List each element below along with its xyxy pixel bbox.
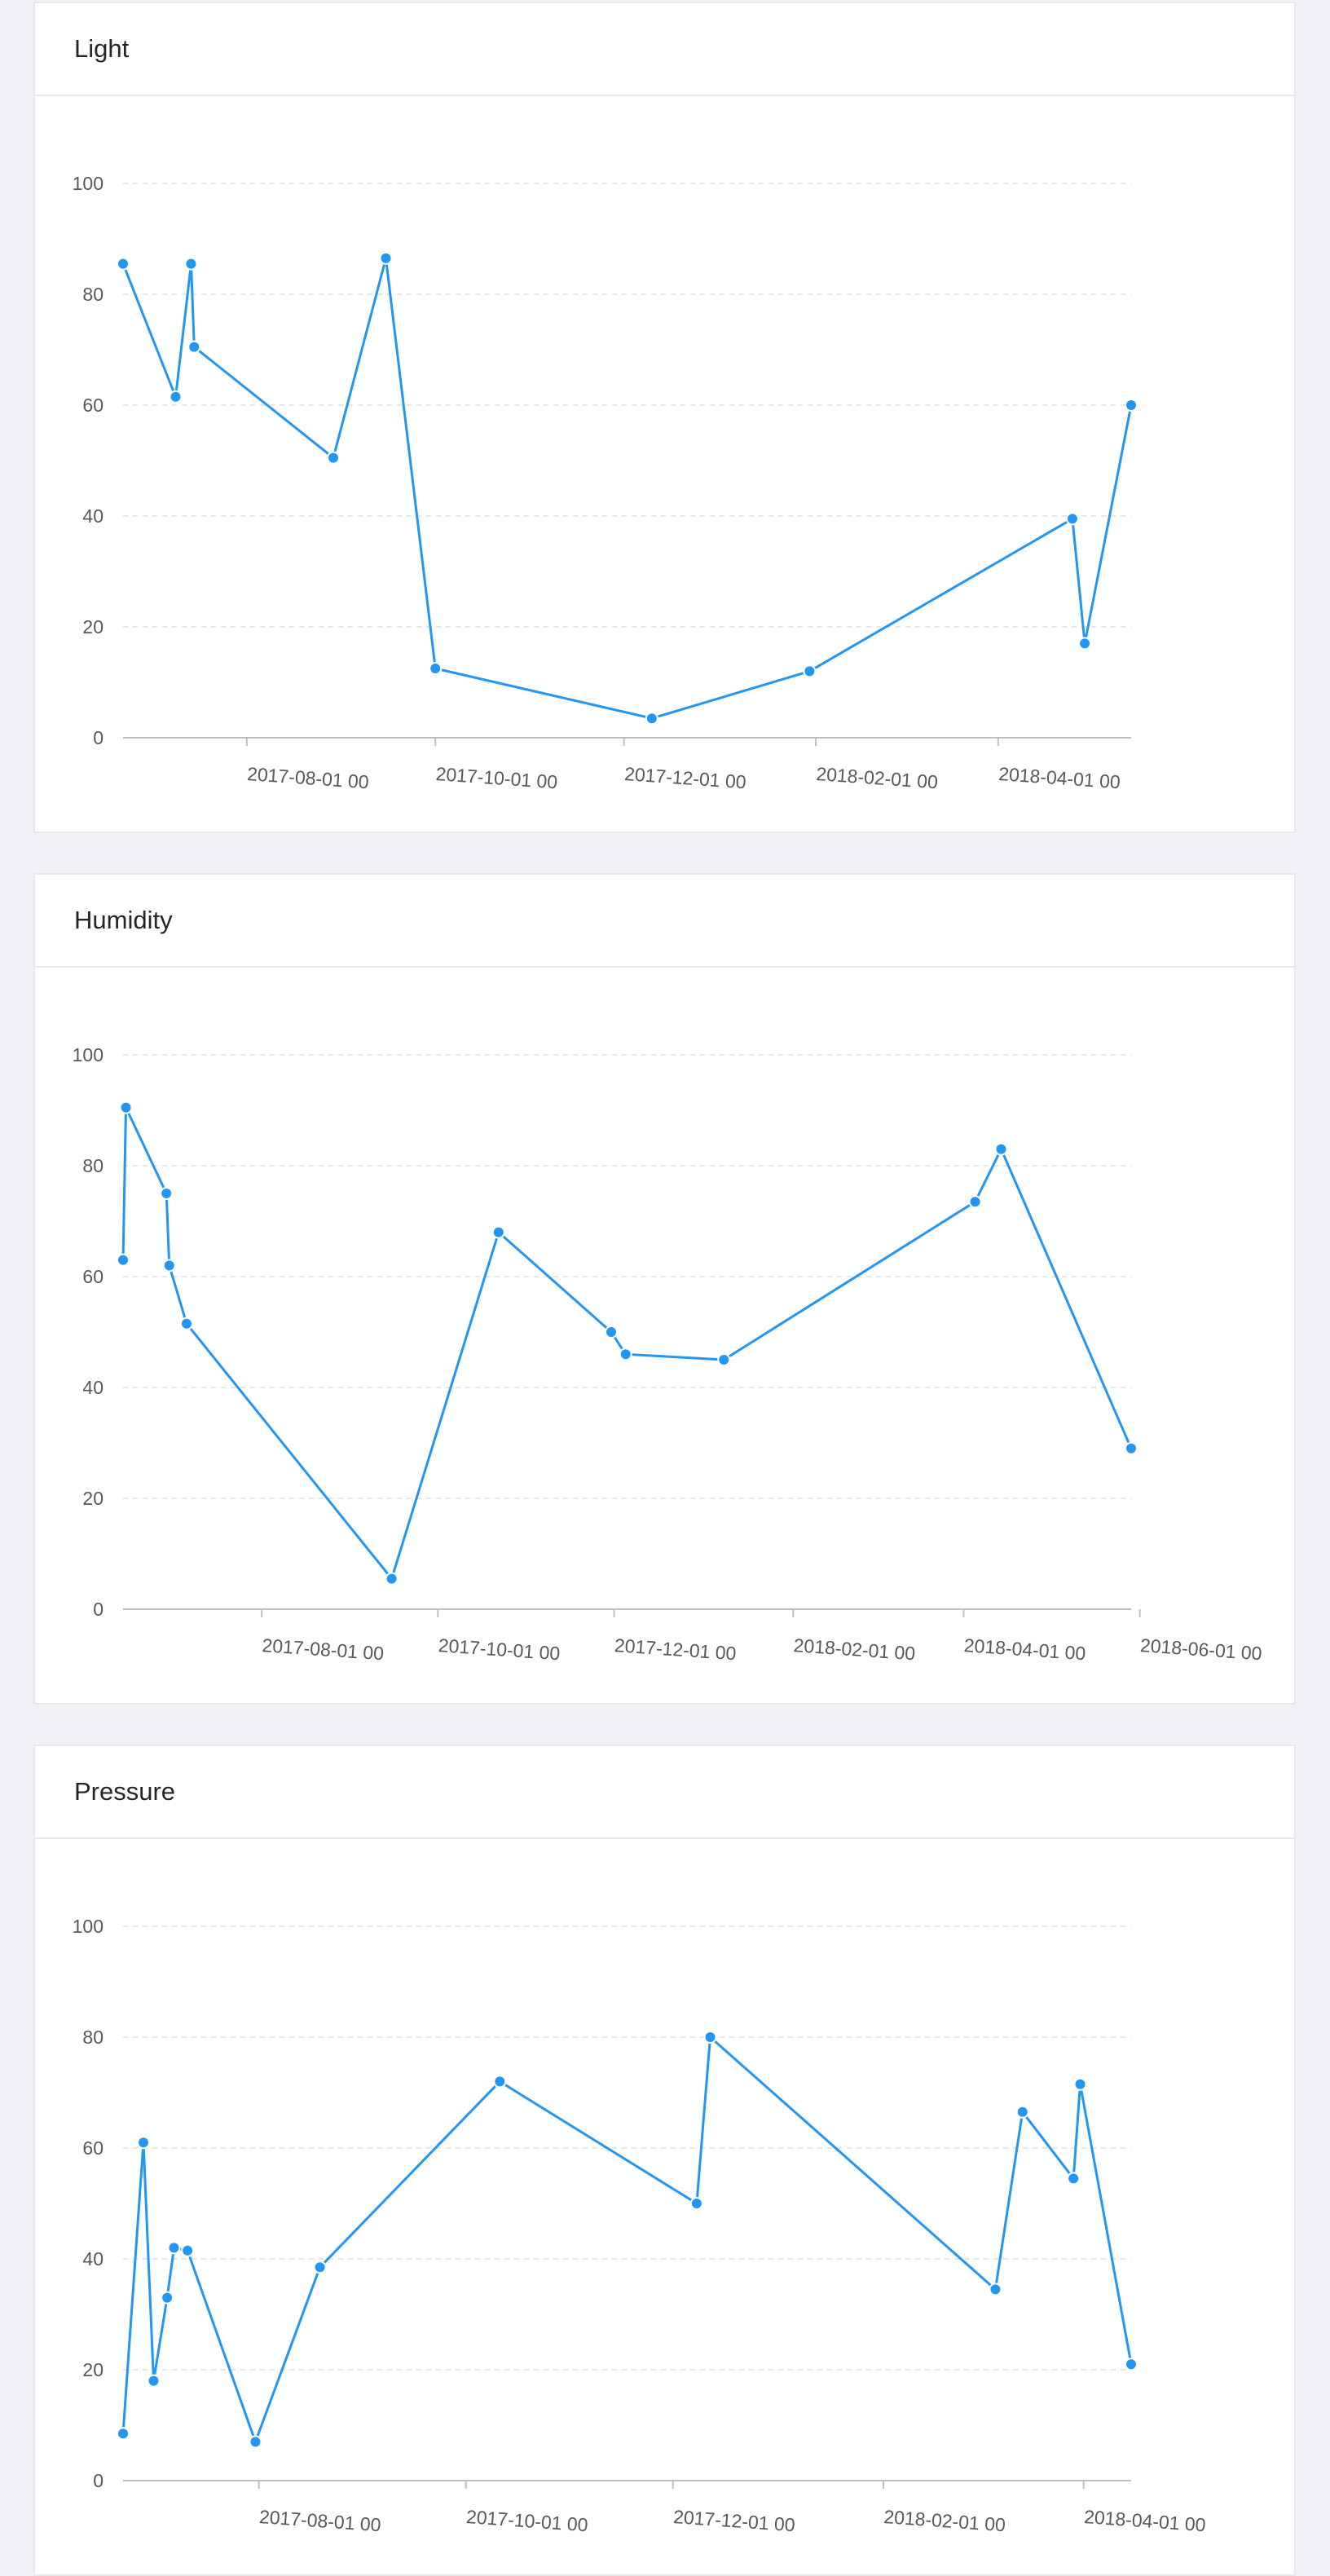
y-tick-label: 80 bbox=[82, 2027, 103, 2048]
x-tick-label: 2017-12-01 00 bbox=[672, 2506, 795, 2535]
data-point bbox=[717, 1353, 731, 1366]
data-point bbox=[1125, 399, 1138, 412]
chart-card-humidity: Humidity 0 20 40 60 80 100 2017-08-01 00 2017-1… bbox=[33, 873, 1296, 1705]
card-title: Pressure bbox=[74, 1777, 176, 1806]
data-point bbox=[117, 2427, 130, 2441]
series-line bbox=[121, 257, 1133, 720]
chart-card-light: Light 0 20 40 60 80 100 2017-08-01 00 2017-10-0… bbox=[33, 2, 1296, 833]
x-tick-label: 2017-12-01 00 bbox=[614, 1634, 737, 1664]
data-point bbox=[179, 1317, 193, 1330]
x-tick-label: 2017-08-01 00 bbox=[258, 2506, 381, 2535]
data-point bbox=[689, 2197, 703, 2210]
data-point bbox=[619, 1348, 632, 1361]
y-tick-label: 60 bbox=[82, 2137, 103, 2159]
y-tick-label: 20 bbox=[82, 2359, 103, 2380]
y-tick-label: 20 bbox=[82, 1488, 103, 1509]
x-tick-label: 2018-02-01 00 bbox=[883, 2506, 1006, 2535]
x-tick-label: 2018-02-01 00 bbox=[793, 1634, 916, 1664]
x-tick-label: 2017-08-01 00 bbox=[262, 1634, 385, 1664]
data-point bbox=[147, 2374, 161, 2388]
data-point bbox=[136, 2136, 150, 2150]
x-tick-label: 2017-10-01 00 bbox=[435, 763, 558, 792]
data-point bbox=[1065, 512, 1079, 526]
y-tick-label: 80 bbox=[82, 284, 103, 305]
x-tick-label: 2018-04-01 00 bbox=[963, 1634, 1086, 1664]
data-point bbox=[385, 1572, 399, 1586]
data-point bbox=[994, 1142, 1008, 1156]
x-tick-label: 2017-12-01 00 bbox=[623, 763, 746, 792]
y-tick-label: 100 bbox=[73, 1044, 103, 1065]
y-tick-label: 0 bbox=[93, 1599, 103, 1620]
data-point bbox=[1078, 637, 1092, 651]
y-tick-label: 40 bbox=[82, 1377, 103, 1398]
y-tick-label: 100 bbox=[73, 173, 103, 194]
x-tick-label: 2017-08-01 00 bbox=[246, 763, 369, 792]
card-title: Light bbox=[74, 34, 130, 63]
chart-card-pressure: Pressure 0 20 40 60 80 100 2017-08-01 00 2017-1… bbox=[33, 1745, 1296, 2576]
y-tick-label: 0 bbox=[93, 727, 103, 748]
y-tick-label: 20 bbox=[82, 616, 103, 637]
data-point bbox=[968, 1195, 982, 1209]
card-header: Light bbox=[35, 3, 1294, 96]
data-point bbox=[184, 257, 198, 271]
y-tick-label: 40 bbox=[82, 505, 103, 527]
data-point bbox=[645, 712, 658, 726]
y-tick-label: 0 bbox=[93, 2470, 103, 2491]
y-tick-label: 40 bbox=[82, 2248, 103, 2269]
x-tick-label: 2018-04-01 00 bbox=[998, 763, 1121, 792]
light-line-chart: 0 20 40 60 80 100 2017-08-01 00 2017-10-01 00 20… bbox=[73, 173, 1138, 792]
data-point bbox=[1073, 2077, 1087, 2091]
x-tick-label: 2018-02-01 00 bbox=[816, 763, 939, 792]
data-point bbox=[605, 1325, 619, 1339]
x-tick-label: 2017-10-01 00 bbox=[465, 2506, 588, 2535]
data-point bbox=[169, 390, 183, 404]
data-point bbox=[1067, 2172, 1081, 2186]
data-point bbox=[493, 2075, 507, 2089]
data-point bbox=[119, 1101, 133, 1114]
y-tick-label: 80 bbox=[82, 1155, 103, 1176]
data-point bbox=[1125, 1441, 1138, 1455]
x-tick-label: 2018-06-01 00 bbox=[1139, 1634, 1262, 1664]
data-point bbox=[181, 2243, 195, 2257]
pressure-line-chart: 0 20 40 60 80 100 2017-08-01 00 2017-10-01 00 20… bbox=[73, 1916, 1207, 2535]
y-tick-label: 60 bbox=[82, 395, 103, 416]
data-point bbox=[491, 1225, 505, 1239]
data-point bbox=[379, 251, 393, 265]
card-header: Pressure bbox=[35, 1746, 1294, 1839]
series-line bbox=[121, 1106, 1133, 1581]
data-point bbox=[803, 664, 817, 678]
y-tick-label: 100 bbox=[73, 1916, 103, 1937]
data-point bbox=[429, 662, 443, 675]
data-point bbox=[1015, 2105, 1029, 2119]
data-point bbox=[117, 1253, 130, 1267]
card-header: Humidity bbox=[35, 875, 1294, 968]
data-point bbox=[187, 340, 201, 354]
data-point bbox=[160, 1187, 174, 1200]
data-point bbox=[313, 2261, 327, 2274]
data-point bbox=[249, 2435, 262, 2449]
data-point bbox=[703, 2031, 717, 2044]
card-title: Humidity bbox=[74, 906, 173, 934]
data-point bbox=[117, 257, 130, 271]
data-point bbox=[1125, 2358, 1138, 2371]
series-line bbox=[121, 2036, 1133, 2443]
x-tick-label: 2017-10-01 00 bbox=[438, 1634, 561, 1664]
data-point bbox=[989, 2283, 1002, 2296]
data-point bbox=[162, 1259, 176, 1273]
y-tick-label: 60 bbox=[82, 1266, 103, 1287]
humidity-line-chart: 0 20 40 60 80 100 2017-08-01 00 2017-10-01 00 20… bbox=[73, 1044, 1263, 1664]
data-point bbox=[167, 2241, 181, 2255]
x-tick-label: 2018-04-01 00 bbox=[1083, 2506, 1206, 2535]
data-point bbox=[161, 2291, 174, 2305]
data-point bbox=[327, 451, 341, 465]
